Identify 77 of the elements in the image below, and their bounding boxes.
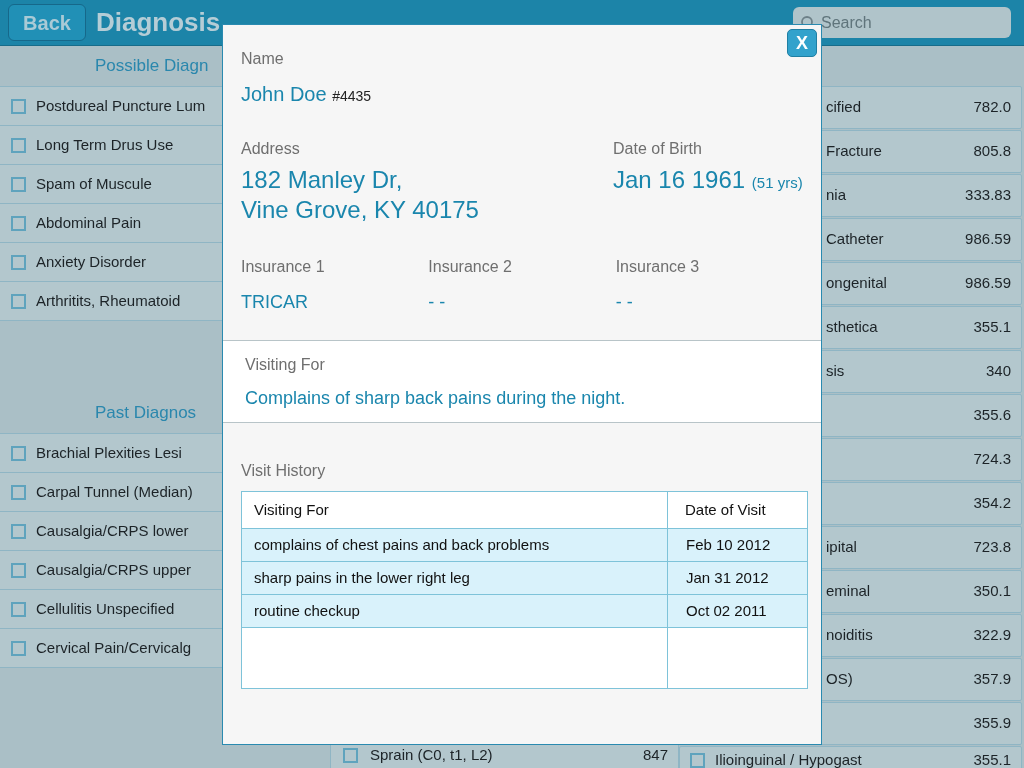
visit-reason: Complains of sharp back pains during the night. [245,387,627,410]
diagnosis-code: 355.6 [973,405,1011,426]
diagnosis-code: 322.9 [973,625,1011,646]
checkbox[interactable] [11,98,26,114]
diagnosis-code: 340 [985,361,1011,382]
diagnosis-label: sis [826,361,845,382]
diagnosis-code: 986.59 [965,273,1011,294]
diagnosis-label: Causalgia/CRPS lower [36,520,189,541]
column-header: Date of Visit [684,499,767,520]
checkbox[interactable] [11,562,26,578]
table-cell: sharp pains in the lower right leg [242,562,668,594]
diagnosis-row[interactable]: Ilioinguinal / Hypogast 355.1 [679,746,1022,768]
diagnosis-label: ipital [826,537,857,558]
field-label: Insurance 2 [428,257,513,277]
search-input[interactable]: Search [821,10,991,35]
table-cell: routine checkup [242,595,668,627]
checkbox[interactable] [343,748,358,763]
diagnosis-label: cified [826,97,862,118]
diagnosis-label: ongenital [826,273,887,294]
diagnosis-code: 723.8 [973,537,1011,558]
diagnosis-label: Ilioinguinal / Hypogast [715,749,862,768]
diagnosis-code: 847 [642,745,668,766]
diagnosis-code: 355.9 [973,713,1011,734]
diagnosis-code: 986.59 [965,229,1011,250]
insurance-value: TRICAR [241,291,309,314]
field-label: Visiting For [245,355,326,375]
table-cell-text: Feb 10 2012 [685,534,772,555]
column-header: Visiting For [242,492,668,528]
checkbox[interactable] [690,752,705,768]
checkbox[interactable] [11,601,26,617]
diagnosis-code: 354.2 [973,493,1011,514]
page-title: Diagnosis [96,6,221,39]
diagnosis-label: Carpal Tunnel (Median) [36,481,193,502]
diagnosis-code: 355.1 [973,749,1011,768]
diagnosis-code: 350.1 [973,581,1011,602]
diagnosis-label: sthetica [826,317,878,338]
checkbox[interactable] [11,215,26,231]
checkbox[interactable] [11,137,26,153]
field-label: Address [241,139,301,159]
diagnosis-label: Cellulitis Unspecified [36,598,175,619]
diagnosis-label: Cervical Pain/Cervicalg [36,637,192,658]
diagnosis-code: 357.9 [973,669,1011,690]
field-label: Name [241,49,285,69]
diagnosis-label: Abdominal Pain [36,212,142,233]
checkbox[interactable] [11,640,26,656]
checkbox[interactable] [11,445,26,461]
section-heading: Possible Diagn [95,55,209,78]
diagnosis-label: OS) [826,669,853,690]
diagnosis-label: Sprain (C0, t1, L2) [370,745,493,766]
diagnosis-label: Spam of Muscule [36,173,152,194]
diagnosis-code: 724.3 [973,449,1011,470]
diagnosis-label: nia [826,185,847,206]
insurance-value: - - [428,291,447,314]
diagnosis-code: 355.1 [973,317,1011,338]
table-cell-text: Jan 31 2012 [685,567,770,588]
diagnosis-label: Long Term Drus Use [36,134,174,155]
insurance-value: - - [615,291,634,314]
diagnosis-label: Catheter [826,229,884,250]
checkbox[interactable] [11,254,26,270]
table-cell: complains of chest pains and back problems [242,529,668,561]
diagnosis-label: Causalgia/CRPS upper [36,559,192,580]
diagnosis-code: 333.83 [965,185,1011,206]
diagnosis-label: eminal [826,581,871,602]
checkbox[interactable] [11,176,26,192]
diagnosis-label: noiditis [826,625,873,646]
diagnosis-code: 782.0 [973,97,1011,118]
checkbox[interactable] [11,523,26,539]
checkbox[interactable] [11,484,26,500]
diagnosis-label: Brachial Plexities Lesi [36,442,182,463]
diagnosis-label: Anxiety Disorder [36,251,147,272]
diagnosis-code: 805.8 [973,141,1011,162]
diagnosis-label: Fracture [826,141,882,162]
diagnosis-label: Arthritits, Rheumatoid [36,290,181,311]
section-heading: Past Diagnos [95,402,197,425]
field-label: Insurance 1 [241,257,326,277]
checkbox[interactable] [11,293,26,309]
diagnosis-label: Postdureal Puncture Lum [36,95,206,116]
